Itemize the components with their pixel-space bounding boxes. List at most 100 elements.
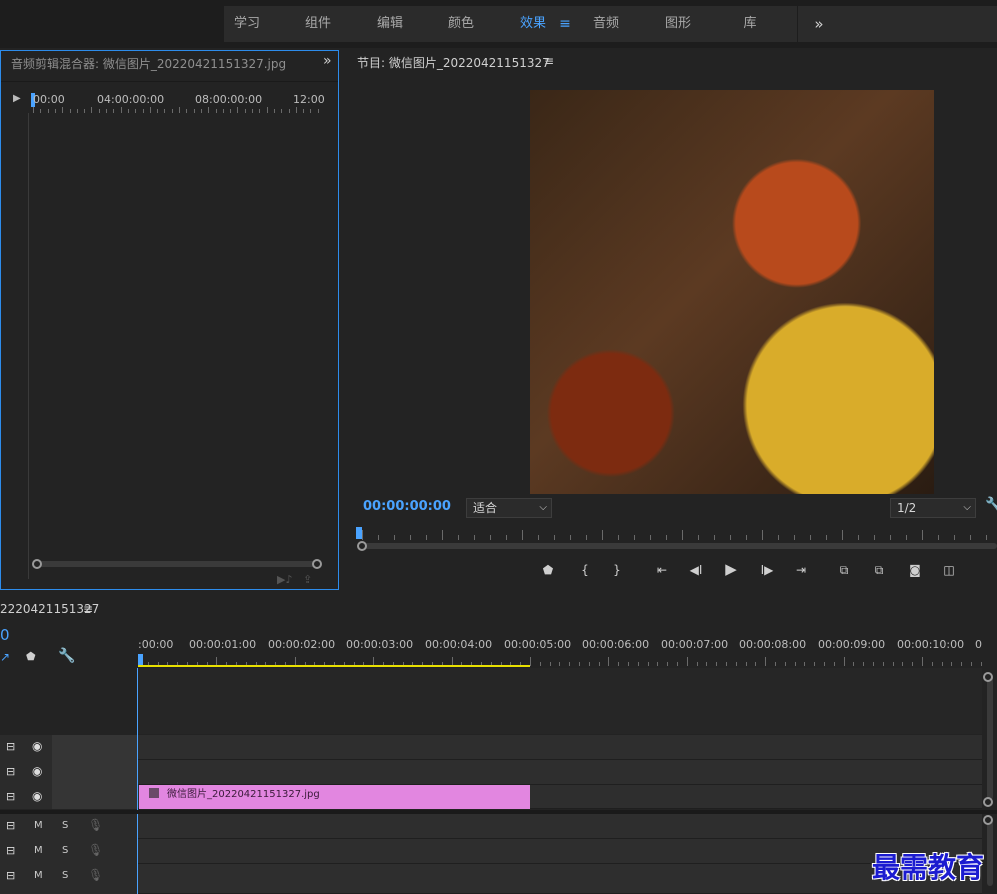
video-vertical-scrollbar[interactable]	[987, 676, 993, 800]
program-timecode[interactable]: 00:00:00:00	[363, 499, 451, 514]
ruler-tick	[40, 109, 42, 113]
audio-scroll-top-handle[interactable]	[983, 815, 993, 825]
tab-color[interactable]: 颜色	[438, 6, 484, 42]
ruler-label-7: 00:00:07:00	[661, 638, 729, 651]
go-to-out-icon[interactable]: ⇥	[791, 560, 811, 580]
mixer-export-icon[interactable]: ⇪	[303, 573, 312, 586]
ruler-tick	[954, 535, 955, 540]
v1-eye-icon[interactable]: ◉	[32, 789, 42, 803]
mixer-more-icon[interactable]: »	[323, 53, 332, 69]
video-scroll-bottom-handle[interactable]	[983, 797, 993, 807]
marker-icon[interactable]: ⬟	[26, 650, 36, 663]
work-area-bar[interactable]	[138, 665, 530, 667]
go-to-in-icon[interactable]: ⇤	[652, 560, 672, 580]
a1-solo-button[interactable]: S	[62, 820, 68, 831]
tab-audio[interactable]: 音频	[583, 6, 629, 42]
a2-mute-button[interactable]: M	[34, 845, 43, 856]
video-clip[interactable]: 微信图片_20220421151327.jpg	[139, 785, 530, 809]
mixer-track-divider	[28, 113, 29, 579]
tab-effects[interactable]: 效果	[510, 6, 556, 42]
ruler-tick	[237, 107, 239, 113]
ruler-tick	[303, 109, 305, 113]
a2-mic-icon[interactable]: 🎙	[88, 843, 103, 857]
mixer-meter-icon[interactable]: ▶♪	[277, 573, 292, 586]
ruler-tick	[814, 662, 816, 666]
extract-icon[interactable]: ⧉	[869, 560, 889, 580]
ruler-tick	[794, 662, 796, 666]
ruler-tick	[179, 107, 180, 113]
ruler-tick	[362, 530, 363, 540]
tab-assembly[interactable]: 组件	[295, 6, 341, 42]
program-scrollbar[interactable]	[362, 543, 997, 549]
ruler-tick	[549, 662, 551, 666]
a1-mute-button[interactable]: M	[34, 820, 43, 831]
a2-solo-button[interactable]: S	[62, 845, 68, 856]
step-back-icon[interactable]: ◀I	[686, 560, 706, 580]
mark-out-icon[interactable]: }	[607, 560, 627, 580]
video-track-v2[interactable]	[138, 760, 982, 785]
program-scroll-handle[interactable]	[357, 541, 367, 551]
a1-mic-icon[interactable]: 🎙	[88, 818, 103, 832]
a3-mute-button[interactable]: M	[34, 870, 43, 881]
audio-track-a2[interactable]	[138, 839, 982, 864]
a2-toggle-sync-icon[interactable]: ⊟	[6, 844, 15, 857]
step-forward-icon[interactable]: I▶	[757, 560, 777, 580]
ruler-tick	[686, 657, 688, 666]
add-marker-icon[interactable]: ⬟	[538, 560, 558, 580]
ruler-tick	[149, 107, 151, 113]
tab-editing[interactable]: 编辑	[367, 6, 413, 42]
a3-solo-button[interactable]: S	[62, 870, 68, 881]
v2-eye-icon[interactable]: ◉	[32, 764, 42, 778]
ruler-tick	[874, 535, 875, 540]
ruler-tick	[193, 109, 195, 113]
ruler-tick	[778, 535, 779, 540]
v3-toggle-sync-icon[interactable]: ⊟	[6, 740, 15, 753]
play-icon[interactable]: ▶	[721, 559, 741, 579]
a3-mic-icon[interactable]: 🎙	[88, 868, 103, 882]
tab-learn[interactable]: 学习	[224, 6, 270, 42]
settings-wrench-icon[interactable]: 🔧	[58, 648, 75, 664]
timeline-timecode[interactable]: 0	[0, 626, 10, 644]
camera-icon[interactable]: ◙	[905, 560, 925, 580]
video-scroll-top-handle[interactable]	[983, 672, 993, 682]
video-track-v3[interactable]	[138, 735, 982, 760]
ruler-tick	[842, 530, 843, 540]
v1-toggle-sync-icon[interactable]: ⊟	[6, 790, 15, 803]
workspace-more-icon[interactable]: »	[807, 6, 831, 42]
ruler-tick	[677, 662, 678, 666]
mixer-scroll-end-handle[interactable]	[312, 559, 322, 569]
ruler-tick	[618, 535, 619, 540]
program-menu-icon[interactable]: ≡	[544, 54, 554, 68]
fit-select[interactable]: 适合 ⌵	[466, 498, 552, 518]
tab-libraries[interactable]: 库	[727, 6, 773, 42]
audio-track-a3[interactable]	[138, 864, 982, 894]
mark-in-icon[interactable]: {	[575, 560, 595, 580]
tab-effects-menu-icon[interactable]: ≡	[554, 6, 576, 42]
ruler-label-4: 00:00:04:00	[425, 638, 493, 651]
comparison-view-icon[interactable]: ◫	[939, 560, 959, 580]
audio-track-a1[interactable]	[138, 814, 982, 839]
resolution-select[interactable]: 1/2 ⌵	[890, 498, 976, 518]
ruler-tick	[931, 662, 933, 666]
snap-icon[interactable]: ↗	[0, 650, 10, 664]
tab-graphics[interactable]: 图形	[655, 6, 701, 42]
ruler-tick	[716, 662, 718, 666]
lift-icon[interactable]: ⧉	[834, 560, 854, 580]
ruler-tick	[858, 535, 859, 540]
a3-toggle-sync-icon[interactable]: ⊟	[6, 869, 15, 882]
wrench-icon[interactable]: 🔧	[985, 497, 997, 513]
a1-toggle-sync-icon[interactable]: ⊟	[6, 819, 15, 832]
timeline-menu-icon[interactable]: ≡	[83, 602, 93, 616]
clip-image-icon	[149, 788, 159, 798]
audio-vertical-scrollbar[interactable]	[987, 820, 993, 886]
mixer-scrollbar[interactable]	[37, 561, 317, 567]
mixer-scroll-start-handle[interactable]	[32, 559, 42, 569]
ruler-tick	[142, 109, 144, 113]
mixer-expand-icon[interactable]: ▶	[13, 93, 21, 104]
v3-eye-icon[interactable]: ◉	[32, 739, 42, 753]
ruler-tick	[951, 662, 953, 666]
v2-toggle-sync-icon[interactable]: ⊟	[6, 765, 15, 778]
ruler-tick	[252, 109, 253, 113]
ruler-tick	[657, 662, 659, 666]
ruler-tick	[215, 109, 217, 113]
